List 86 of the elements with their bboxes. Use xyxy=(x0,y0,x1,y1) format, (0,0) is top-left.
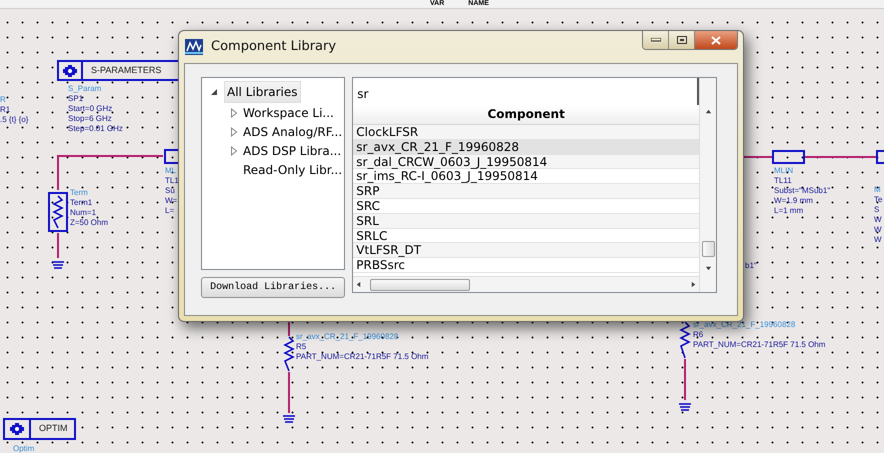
component-parameter: Te xyxy=(874,195,882,205)
component-parameter: S xyxy=(874,205,880,215)
component-row[interactable]: VtLFSR_DT xyxy=(353,243,699,258)
component-parameter: PART_NUM=CR21-71R5F 71.5 Ohm xyxy=(296,352,428,362)
scroll-right-icon[interactable] xyxy=(690,281,697,288)
transmission-line-symbol xyxy=(876,150,884,164)
maximize-icon xyxy=(676,36,686,44)
close-icon xyxy=(711,36,721,44)
component-parameter: Su xyxy=(165,186,176,196)
component-parameter: TL1 xyxy=(165,176,179,186)
component-parameter: SP1 xyxy=(68,94,84,104)
wire xyxy=(805,156,876,158)
component-row[interactable]: ClockLFSR xyxy=(353,125,699,140)
tree-item[interactable]: ADS Analog/RF... xyxy=(230,122,344,141)
component-parameter: R5 xyxy=(296,342,308,352)
tree-item[interactable]: ADS DSP Libra... xyxy=(230,141,344,160)
component-parameter: Num=1 xyxy=(70,208,98,218)
scroll-left-icon[interactable] xyxy=(355,281,362,288)
component-label: Optim xyxy=(13,443,34,453)
component-row[interactable]: SRC xyxy=(353,198,699,214)
component-parameter: Start=0 GHz xyxy=(68,104,114,114)
scrollbar-thumb[interactable] xyxy=(702,241,714,257)
component-parameter: W xyxy=(874,215,882,225)
ground-symbol xyxy=(52,261,64,269)
component-parameter: sr_avx_CR_21_F_19960828 xyxy=(693,320,796,330)
scroll-down-icon[interactable] xyxy=(704,265,712,272)
wire xyxy=(742,156,772,158)
component-row[interactable]: SRP xyxy=(353,184,699,199)
controller-icon xyxy=(62,64,78,78)
tree-item[interactable]: Workspace Li... xyxy=(230,103,344,122)
app-logo-icon xyxy=(185,39,203,55)
minimize-button[interactable] xyxy=(643,31,669,49)
ground-symbol xyxy=(283,415,295,423)
close-button[interactable] xyxy=(695,31,737,49)
component-parameter: R1 xyxy=(0,105,12,115)
component-row[interactable]: sr_ims_RC-I_0603_J_19950814 xyxy=(353,169,699,184)
wire xyxy=(684,359,686,400)
component-parameter: Step=0.01 GHz xyxy=(68,124,123,134)
vertical-scrollbar[interactable] xyxy=(699,78,716,292)
wire xyxy=(57,233,59,258)
tree-item[interactable]: Read-Only Libr... xyxy=(230,160,344,179)
controller-icon xyxy=(9,422,25,436)
component-parameter: ML xyxy=(165,166,178,176)
component-parameter: R xyxy=(0,95,7,105)
component-parameter: Term1 xyxy=(70,198,94,208)
optimization-block[interactable]: OPTIM xyxy=(3,418,76,440)
component-parameter: M xyxy=(874,185,882,195)
component-parameter: R6 xyxy=(693,330,704,340)
component-parameter: Subst="MSub1" xyxy=(774,186,830,196)
resistor-symbol xyxy=(52,195,64,228)
component-parameter: b1" xyxy=(745,260,757,272)
maximize-button[interactable] xyxy=(669,31,695,49)
component-parameter: Term xyxy=(70,188,89,198)
component-parameter: W=1.9 mm xyxy=(774,196,814,206)
component-row[interactable]: SRL xyxy=(353,214,699,229)
component-parameter: .5 {t} {o} xyxy=(0,115,28,125)
horizontal-scrollbar[interactable] xyxy=(353,276,699,292)
component-parameter: W xyxy=(874,235,882,245)
expanded-arrow-icon[interactable] xyxy=(210,88,218,96)
minimize-icon xyxy=(650,38,660,42)
wire xyxy=(288,322,290,336)
component-parameter: L=1 mm xyxy=(774,206,804,216)
component-parameter: sr_avx_CR_21_F_19960828 xyxy=(296,332,400,342)
component-parameter: W xyxy=(874,225,882,235)
component-row[interactable]: sr_avx_CR_21_F_19960828 xyxy=(353,140,699,155)
resistor-symbol xyxy=(283,336,295,372)
resistor-symbol xyxy=(679,321,691,358)
term-symbol xyxy=(48,192,68,232)
download-libraries-button[interactable]: Download Libraries... xyxy=(201,277,346,298)
component-parameter: Z=50 Ohm xyxy=(70,218,108,228)
scroll-up-icon[interactable] xyxy=(704,108,712,115)
scrollbar-thumb[interactable] xyxy=(370,278,470,290)
component-parameter: L= xyxy=(165,206,176,216)
tree-item[interactable]: All Libraries xyxy=(224,81,301,103)
component-row[interactable]: sr_dal_CRCW_0603_J_19950814 xyxy=(353,154,699,170)
ground-symbol xyxy=(679,403,691,411)
component-parameter: Stop=6 GHz xyxy=(68,114,113,124)
wire xyxy=(288,372,290,413)
component-parameter: W= xyxy=(165,196,178,206)
component-row[interactable]: SRLC xyxy=(353,228,699,244)
component-parameter: S_Param xyxy=(68,84,102,94)
component-parameter: PART_NUM=CR21-71R5F 71.5 Ohm xyxy=(693,340,826,350)
component-parameter: MLIN xyxy=(774,166,794,176)
window-title: Component Library xyxy=(211,38,336,56)
component-parameter: TL11 xyxy=(774,176,793,186)
component-row[interactable]: PRBSsrc xyxy=(353,258,699,273)
